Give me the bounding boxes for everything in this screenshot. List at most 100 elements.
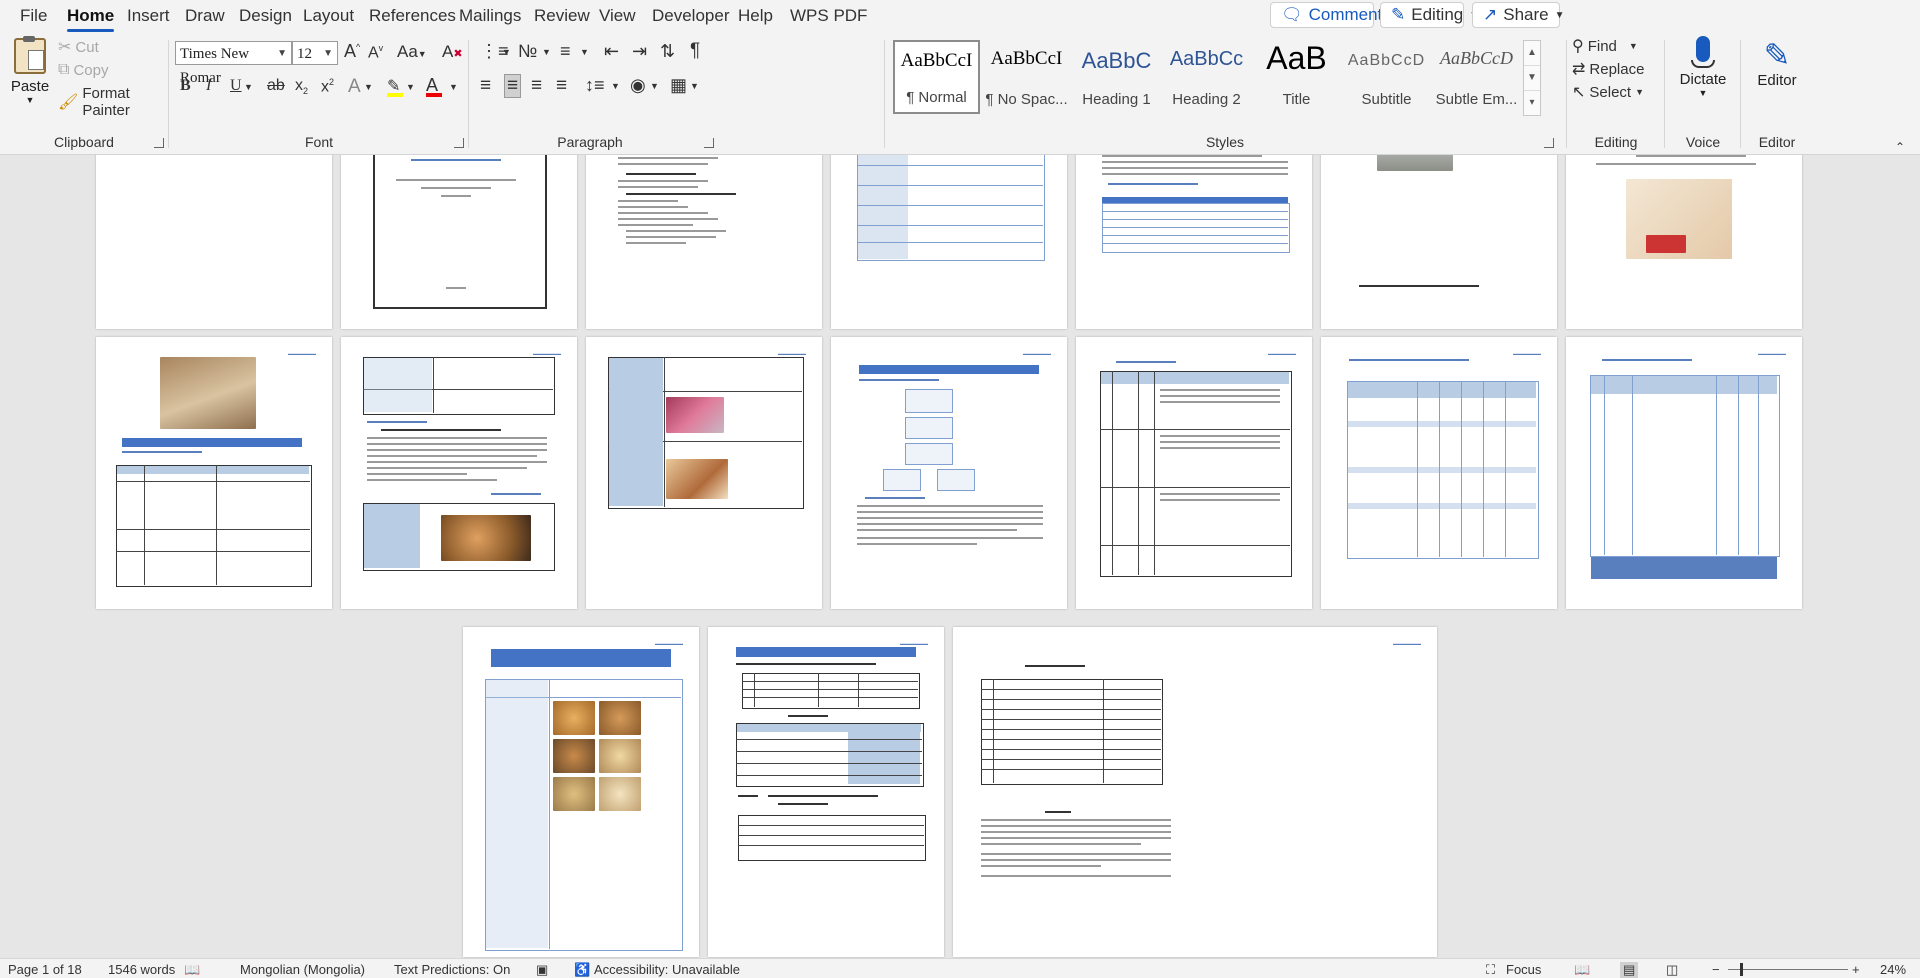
tab-home[interactable]: Home bbox=[67, 6, 115, 32]
collapse-ribbon-icon[interactable]: ⌃ bbox=[1895, 140, 1905, 154]
chevron-down-icon[interactable]: ▼ bbox=[406, 82, 415, 92]
text-effects-icon[interactable]: A bbox=[348, 76, 361, 98]
tab-references[interactable]: References bbox=[369, 6, 456, 26]
document-area[interactable]: ▬▬▬▬▬▬▬ ▬▬▬▬▬▬▬ ▬▬▬▬▬▬▬ ▬▬▬▬▬▬▬ ▬▬▬▬▬▬▬ … bbox=[0, 155, 1920, 958]
tab-mailings[interactable]: Mailings bbox=[459, 6, 521, 26]
read-mode-icon[interactable]: 📖 bbox=[1574, 962, 1590, 978]
share-button[interactable]: ↗ Share ▼ bbox=[1472, 2, 1565, 28]
tab-view[interactable]: View bbox=[599, 6, 636, 26]
align-left-icon[interactable]: ≡ bbox=[480, 75, 491, 97]
increase-indent-icon[interactable]: ⇥ bbox=[632, 41, 647, 62]
chevron-down-icon[interactable]: ▼ bbox=[364, 82, 373, 92]
zoom-out-icon[interactable]: − bbox=[1712, 962, 1720, 977]
tab-developer[interactable]: Developer bbox=[652, 6, 730, 26]
page-thumbnail[interactable]: ▬▬▬▬▬▬▬ bbox=[1566, 337, 1802, 609]
chevron-down-icon[interactable]: ▼ bbox=[502, 47, 511, 57]
page-thumbnail[interactable] bbox=[831, 155, 1067, 329]
chevron-down-icon[interactable]: ▼ bbox=[611, 81, 620, 91]
dictate-button[interactable]: Dictate ▼ bbox=[1672, 36, 1734, 98]
cut-button[interactable]: ✂ Cut bbox=[58, 37, 99, 57]
tab-layout[interactable]: Layout bbox=[303, 6, 354, 26]
clear-formatting-icon[interactable]: A✖ bbox=[442, 42, 463, 62]
page-thumbnail[interactable]: ▬▬▬▬▬▬▬ bbox=[708, 627, 944, 957]
page-thumbnail[interactable]: ▬▬▬▬▬▬▬ bbox=[586, 337, 822, 609]
underline-icon[interactable]: U bbox=[230, 77, 242, 95]
align-center-icon[interactable]: ≡ bbox=[504, 74, 522, 98]
page-thumbnail[interactable] bbox=[96, 155, 332, 329]
tab-draw[interactable]: Draw bbox=[185, 6, 225, 26]
tab-file[interactable]: File bbox=[20, 6, 47, 26]
page-thumbnail[interactable] bbox=[586, 155, 822, 329]
font-color-icon[interactable]: A bbox=[426, 75, 442, 97]
chevron-down-icon[interactable]: ▼ bbox=[650, 81, 659, 91]
page-thumbnail[interactable] bbox=[1076, 155, 1312, 329]
tab-design[interactable]: Design bbox=[239, 6, 292, 26]
page-thumbnail[interactable]: ▬▬▬▬▬▬▬ bbox=[1076, 337, 1312, 609]
line-spacing-icon[interactable]: ↕≡ bbox=[585, 75, 605, 96]
zoom-slider[interactable] bbox=[1728, 969, 1848, 970]
chevron-down-icon[interactable]: ▼ bbox=[690, 81, 699, 91]
numbering-icon[interactable]: № bbox=[518, 41, 537, 62]
decrease-indent-icon[interactable]: ⇤ bbox=[604, 41, 619, 62]
subscript-icon[interactable]: x2 bbox=[295, 77, 308, 96]
page-thumbnail[interactable] bbox=[1566, 155, 1802, 329]
page-indicator[interactable]: Page 1 of 18 bbox=[8, 962, 82, 977]
page-thumbnail[interactable]: ▬▬▬▬▬▬▬ bbox=[96, 337, 332, 609]
web-layout-icon[interactable]: ◫ bbox=[1666, 962, 1678, 978]
page-thumbnail[interactable]: ▬▬▬▬▬▬▬ bbox=[463, 627, 699, 957]
editor-button[interactable]: ✎ Editor bbox=[1746, 38, 1808, 89]
page-thumbnail[interactable]: ▬▬▬▬▬▬▬ bbox=[953, 627, 1437, 957]
zoom-in-icon[interactable]: + bbox=[1852, 962, 1860, 977]
word-count[interactable]: 1546 words bbox=[108, 962, 175, 977]
chevron-down-icon[interactable]: ▼ bbox=[580, 47, 589, 57]
editing-mode-button[interactable]: ✎ Editing ▼ bbox=[1380, 2, 1479, 28]
dialog-launcher-icon[interactable] bbox=[1544, 138, 1554, 148]
chevron-down-icon[interactable]: ▼ bbox=[449, 82, 458, 92]
shrink-font-icon[interactable]: Av bbox=[368, 43, 383, 62]
find-button[interactable]: ⚲ Find ▼ bbox=[1572, 36, 1638, 56]
tab-insert[interactable]: Insert bbox=[127, 6, 170, 26]
grow-font-icon[interactable]: A^ bbox=[344, 41, 360, 62]
dialog-launcher-icon[interactable] bbox=[154, 138, 164, 148]
superscript-icon[interactable]: x2 bbox=[321, 77, 334, 96]
chevron-down-icon[interactable]: ▼ bbox=[244, 82, 253, 92]
tab-review[interactable]: Review bbox=[534, 6, 590, 26]
borders-icon[interactable]: ▦ bbox=[670, 75, 687, 96]
highlight-icon[interactable]: ✎ bbox=[387, 76, 403, 97]
page-thumbnail[interactable] bbox=[1321, 155, 1557, 329]
page-thumbnail[interactable]: ▬▬▬▬▬▬▬ bbox=[831, 337, 1067, 609]
text-predictions-indicator[interactable]: Text Predictions: On bbox=[394, 962, 510, 977]
replace-button[interactable]: ⇄ Replace bbox=[1572, 59, 1644, 79]
font-size-combo[interactable]: 12 ▼ bbox=[292, 41, 338, 65]
multilevel-list-icon[interactable]: ≡ bbox=[560, 41, 571, 62]
zoom-slider-thumb[interactable] bbox=[1740, 963, 1743, 976]
macro-icon[interactable]: ▣ bbox=[536, 962, 548, 978]
focus-button[interactable]: Focus bbox=[1506, 962, 1541, 977]
page-thumbnail[interactable]: ▬▬▬▬▬▬▬ bbox=[341, 337, 577, 609]
language-indicator[interactable]: Mongolian (Mongolia) bbox=[240, 962, 365, 977]
dialog-launcher-icon[interactable] bbox=[704, 138, 714, 148]
strikethrough-icon[interactable]: ab bbox=[267, 77, 285, 95]
page-thumbnail[interactable]: ▬▬▬▬▬▬▬ bbox=[1321, 337, 1557, 609]
print-layout-icon[interactable]: ▤ bbox=[1620, 962, 1639, 978]
shading-icon[interactable]: ◉ bbox=[630, 75, 646, 96]
comments-button[interactable]: 🗨 Comments bbox=[1270, 2, 1391, 28]
chevron-down-icon[interactable]: ▼ bbox=[542, 47, 551, 57]
proofing-icon[interactable]: 📖 bbox=[184, 962, 200, 978]
format-painter-button[interactable]: 🖌 Format Painter bbox=[58, 85, 168, 119]
italic-icon[interactable]: I bbox=[206, 77, 211, 95]
dialog-launcher-icon[interactable] bbox=[454, 138, 464, 148]
copy-button[interactable]: ⧉ Copy bbox=[58, 61, 108, 79]
justify-icon[interactable]: ≡ bbox=[556, 75, 567, 97]
align-right-icon[interactable]: ≡ bbox=[531, 75, 542, 97]
tab-wps-pdf[interactable]: WPS PDF bbox=[790, 6, 867, 26]
font-name-combo[interactable]: Times New Romar ▼ bbox=[175, 41, 292, 86]
change-case-icon[interactable]: Aa▼ bbox=[397, 42, 427, 62]
zoom-level[interactable]: 24% bbox=[1880, 962, 1906, 977]
page-thumbnail[interactable] bbox=[341, 155, 577, 329]
bold-icon[interactable]: B bbox=[180, 77, 191, 95]
accessibility-indicator[interactable]: Accessibility: Unavailable bbox=[594, 962, 740, 977]
sort-icon[interactable]: ⇅ bbox=[660, 41, 675, 62]
select-button[interactable]: ↖ Select ▼ bbox=[1572, 82, 1644, 102]
show-formatting-icon[interactable]: ¶ bbox=[690, 40, 700, 62]
